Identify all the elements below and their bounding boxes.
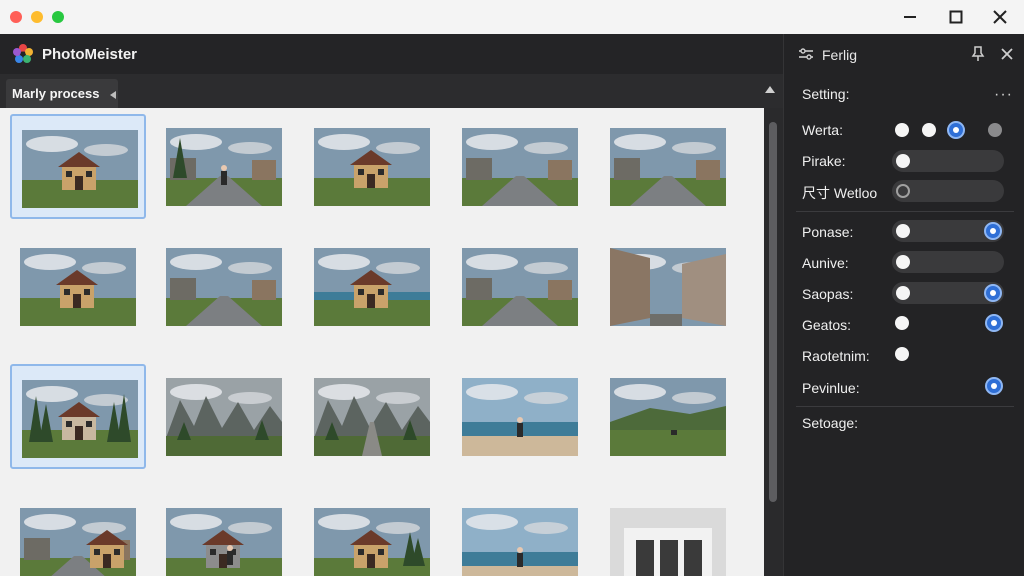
photo-image: [462, 378, 578, 456]
geatos-toggle-on[interactable]: [985, 314, 1003, 332]
ponase-toggle[interactable]: [892, 220, 1004, 242]
photo-thumbnail[interactable]: [600, 494, 736, 576]
photo-thumbnail[interactable]: [600, 364, 736, 469]
close-panel-icon[interactable]: [1001, 47, 1013, 65]
app-header: PhotoMeister: [0, 34, 783, 74]
wetloo-toggle[interactable]: [892, 180, 1004, 202]
settings-heading: Setting:: [802, 86, 850, 102]
photo-image: [20, 248, 136, 326]
photo-image: [314, 248, 430, 326]
maximize-icon[interactable]: [944, 5, 968, 29]
photo-image: [610, 378, 726, 456]
photo-thumbnail[interactable]: [452, 114, 588, 219]
tab-label: Marly process: [12, 86, 100, 101]
photo-thumbnail[interactable]: [10, 234, 146, 339]
setting-label-setoage: Setoage:: [802, 415, 859, 431]
photo-image: [610, 508, 726, 576]
photo-thumbnail[interactable]: [10, 364, 146, 469]
photo-thumbnail[interactable]: [452, 364, 588, 469]
photo-thumbnail[interactable]: [452, 494, 588, 576]
photo-thumbnail[interactable]: [304, 114, 440, 219]
scrollbar-thumb[interactable]: [769, 122, 777, 502]
panel-divider: [796, 406, 1014, 407]
panel-divider: [796, 211, 1014, 212]
collapse-arrow-icon[interactable]: [110, 91, 116, 99]
radio-option-2[interactable]: [922, 123, 936, 137]
setting-label-pirake: Pirake:: [802, 153, 846, 169]
radio-option-3-selected[interactable]: [947, 121, 965, 139]
photo-image: [20, 508, 136, 576]
photo-image: [22, 130, 138, 208]
photo-image: [166, 378, 282, 456]
setting-label-wetloo: 尺寸 Wetloo: [802, 185, 878, 201]
panel-title: Ferlig: [822, 47, 858, 63]
photo-thumbnail[interactable]: [600, 114, 736, 219]
photo-image: [314, 508, 430, 576]
photo-thumbnail[interactable]: [304, 234, 440, 339]
photo-image: [462, 248, 578, 326]
setting-label-aunive: Aunive:: [802, 255, 849, 271]
radio-option-4[interactable]: [988, 123, 1002, 137]
photo-image: [610, 248, 726, 326]
photo-thumbnail[interactable]: [156, 494, 292, 576]
photo-image: [166, 248, 282, 326]
photo-thumbnail[interactable]: [156, 364, 292, 469]
photo-thumbnail[interactable]: [10, 114, 146, 219]
photo-thumbnail[interactable]: [304, 494, 440, 576]
photo-image: [314, 128, 430, 206]
scroll-up-arrow-icon[interactable]: [765, 86, 775, 93]
photo-thumbnail[interactable]: [156, 234, 292, 339]
radio-option-1[interactable]: [895, 123, 909, 137]
zoom-window-dot[interactable]: [52, 11, 64, 23]
photo-thumbnail[interactable]: [156, 114, 292, 219]
app-title: PhotoMeister: [42, 46, 138, 63]
setting-label-pevinlue: Pevinlue:: [802, 380, 860, 396]
setting-label-raotetnim: Raotetnim:: [802, 348, 870, 364]
minimize-icon[interactable]: [898, 5, 922, 29]
geatos-toggle-knob[interactable]: [895, 316, 909, 330]
close-window-dot[interactable]: [10, 11, 22, 23]
setting-label-saopas: Saopas:: [802, 286, 854, 302]
photo-thumbnail[interactable]: [304, 364, 440, 469]
close-icon[interactable]: [988, 5, 1012, 29]
gallery-scrollbar[interactable]: [764, 108, 783, 576]
photo-thumbnail[interactable]: [600, 234, 736, 339]
panel-header: Ferlig: [784, 34, 1024, 74]
photo-image: [22, 380, 138, 458]
more-options-icon[interactable]: ···: [994, 86, 1013, 104]
settings-panel: Ferlig Setting: ··· Werta: Pirake: 尺寸 We…: [783, 34, 1024, 576]
photo-image: [166, 128, 282, 206]
photo-gallery: [0, 108, 764, 576]
photo-image: [610, 128, 726, 206]
setting-label-geatos: Geatos:: [802, 317, 852, 333]
setting-label-werta: Werta:: [802, 122, 843, 138]
sliders-icon[interactable]: [798, 47, 814, 66]
app-logo-icon: [12, 43, 34, 65]
photo-image: [314, 378, 430, 456]
minimize-window-dot[interactable]: [31, 11, 43, 23]
photo-thumbnail[interactable]: [452, 234, 588, 339]
pirake-toggle[interactable]: [892, 150, 1004, 172]
saopas-toggle[interactable]: [892, 282, 1004, 304]
tab-marly-process[interactable]: Marly process: [6, 79, 118, 108]
photo-image: [462, 128, 578, 206]
window-titlebar: [0, 0, 1024, 34]
tab-bar: Marly process: [0, 74, 783, 108]
pevinlue-toggle-on[interactable]: [985, 377, 1003, 395]
raotetnim-toggle-knob[interactable]: [895, 347, 909, 361]
pin-icon[interactable]: [971, 46, 985, 67]
photo-image: [166, 508, 282, 576]
aunive-toggle[interactable]: [892, 251, 1004, 273]
photo-image: [462, 508, 578, 576]
photo-thumbnail[interactable]: [10, 494, 146, 576]
setting-label-ponase: Ponase:: [802, 224, 854, 240]
